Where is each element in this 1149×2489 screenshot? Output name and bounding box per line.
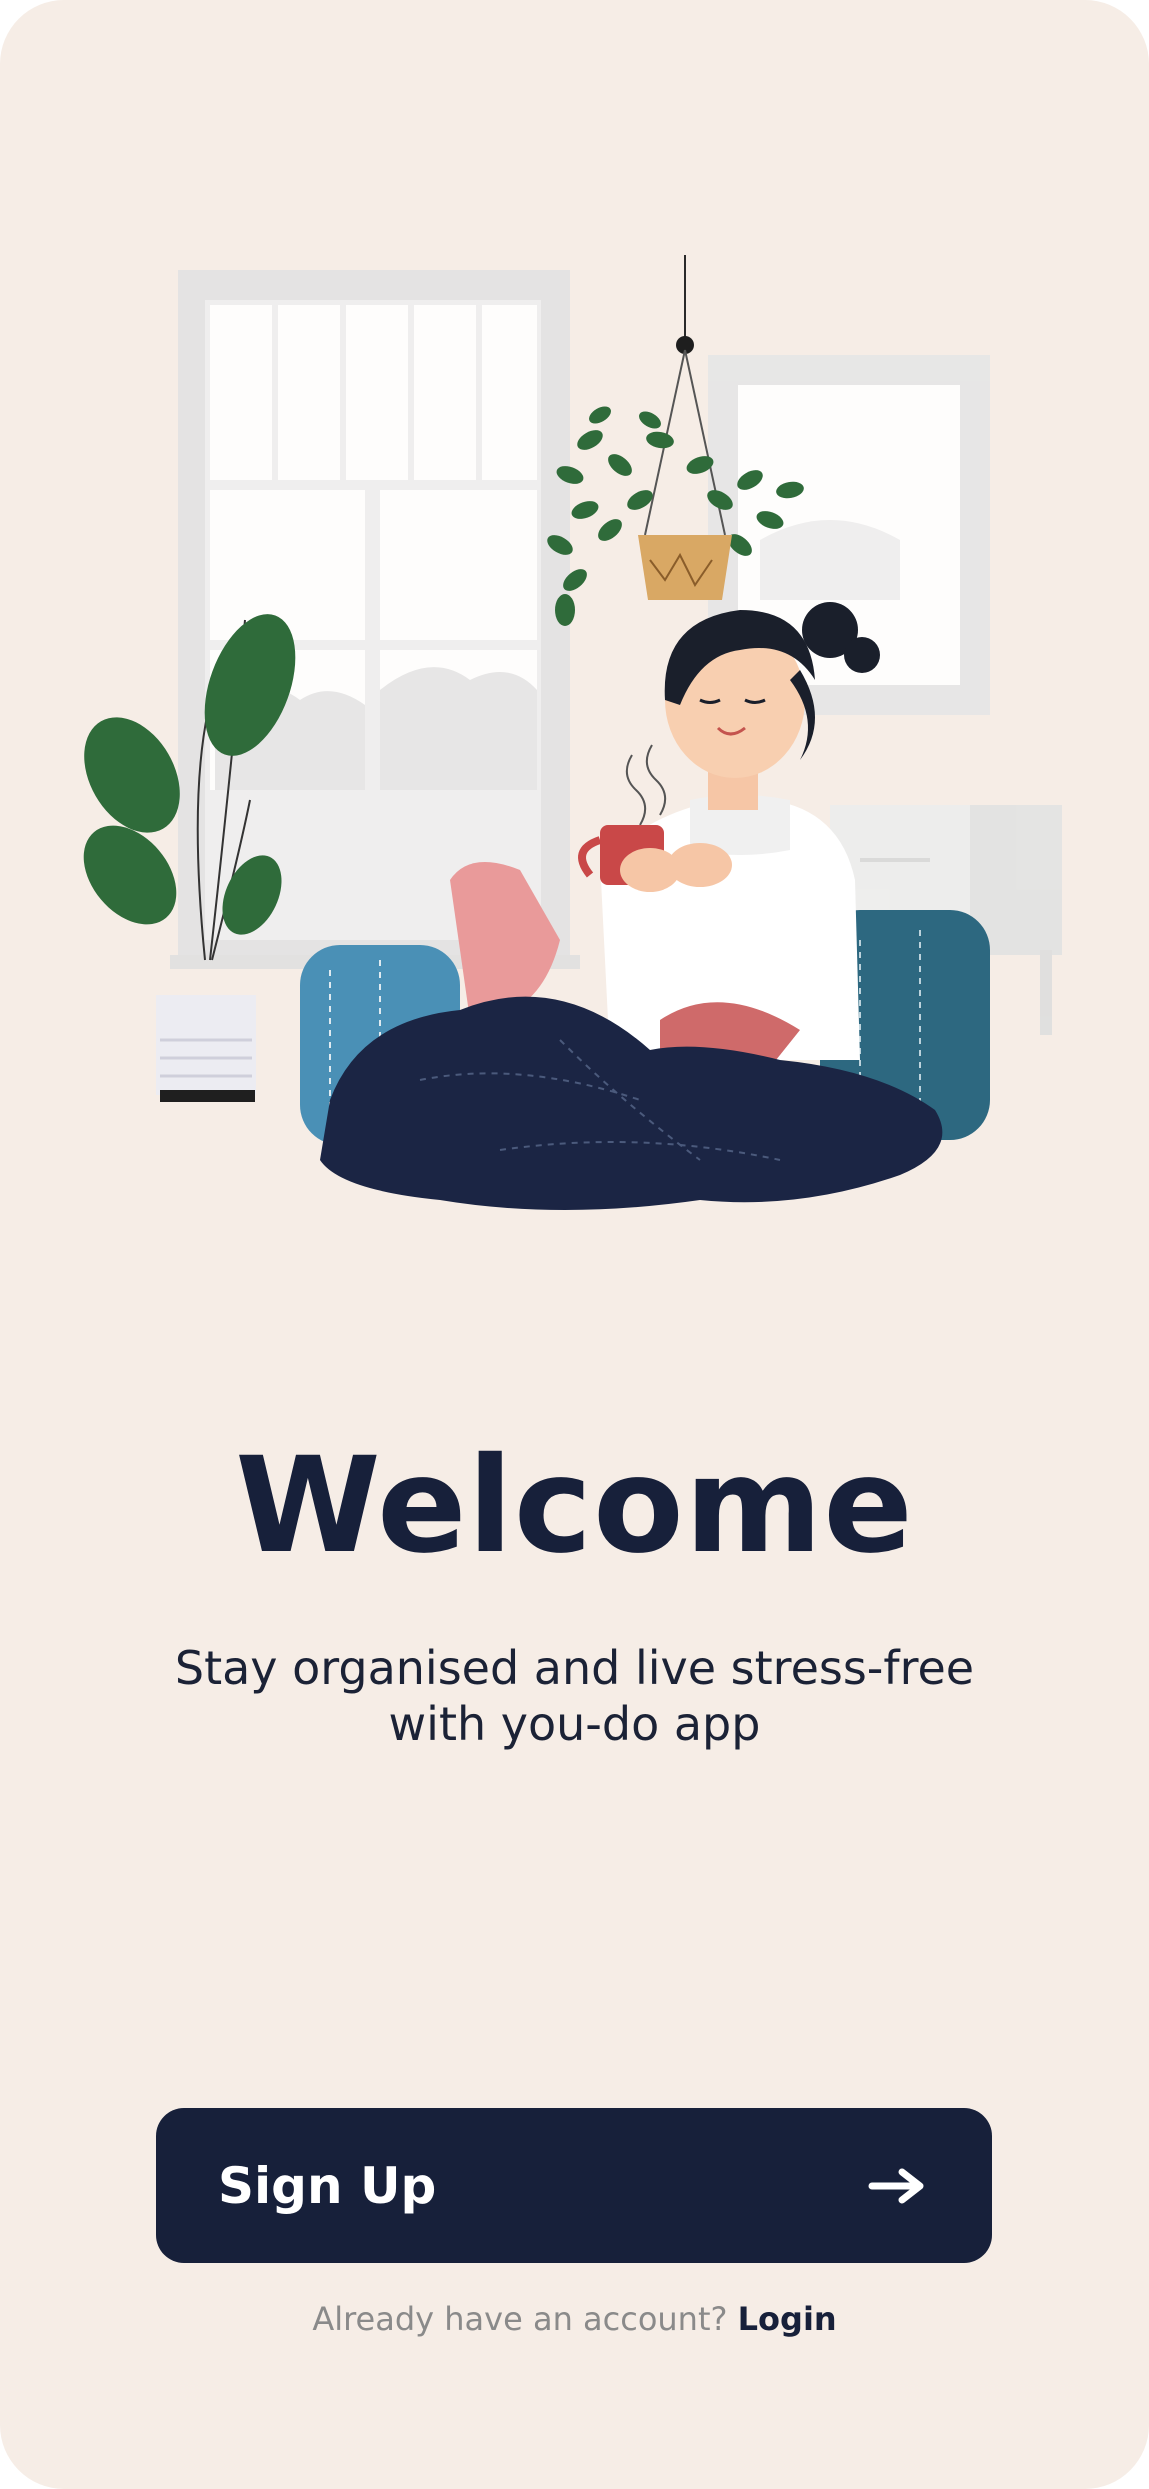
login-link[interactable]: Login bbox=[738, 2300, 837, 2338]
arrow-right-icon bbox=[868, 2168, 924, 2203]
login-prompt: Already have an account? bbox=[312, 2300, 738, 2338]
login-row: Already have an account? Login bbox=[0, 2300, 1149, 2338]
window-left bbox=[170, 270, 580, 969]
welcome-subtitle: Stay organised and live stress-free with… bbox=[174, 1641, 975, 1751]
sign-up-button[interactable]: Sign Up bbox=[156, 2108, 992, 2263]
welcome-screen: Welcome Stay organised and live stress-f… bbox=[0, 0, 1149, 2489]
sign-up-label: Sign Up bbox=[218, 2156, 437, 2215]
relaxing-woman-illustration bbox=[0, 200, 1149, 1280]
welcome-title: Welcome bbox=[235, 1429, 914, 1583]
